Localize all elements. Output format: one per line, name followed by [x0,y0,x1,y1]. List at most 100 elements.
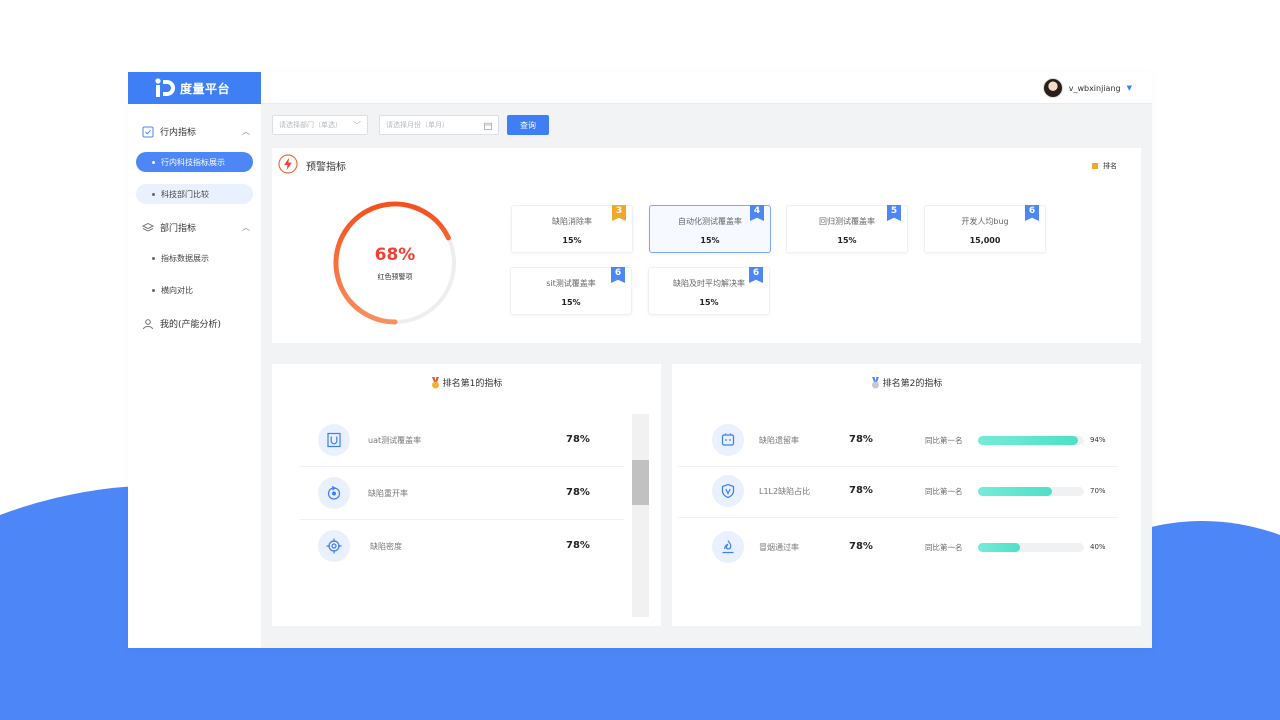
lightning-icon [278,154,298,174]
metric-name: uat测试覆盖率 [368,436,422,445]
sidebar-group-dept-metrics[interactable]: 部门指标 ︿ [142,221,250,234]
warning-panel: 预警指标 排名 68% 红色预警项 缺陷消除率 15% 3 自动化测试覆盖率 1… [272,148,1141,343]
rank2-title-text: 排名第2的指标 [882,379,943,389]
sidebar-item-metric-data[interactable]: 指标数据展示 [136,248,253,268]
progress-bar [978,487,1084,496]
rank2-panel: 排名第2的指标 缺陷遗留率 78% 同比第一名 94% L1L2缺陷占比 78%… [672,364,1141,626]
compare-label: 同比第一名 [925,543,963,552]
sidebar-item-label: 横向对比 [161,285,193,295]
metric-value: 78% [849,434,873,445]
metric-card-value: 15% [700,236,720,245]
metric-card[interactable]: sit测试覆盖率 15% 6 [510,267,632,315]
sidebar-item-tech-metrics[interactable]: 行内科技指标展示 [136,152,253,172]
gauge-label: 红色预警项 [377,273,413,281]
chevron-up-icon: ︿ [242,127,250,136]
gauge-value: 68% [374,245,416,265]
metric-name: 缺陷遗留率 [759,436,799,445]
logo[interactable]: 度量平台 [128,72,261,104]
app-name: 度量平台 [180,81,231,96]
sidebar-group-bank-metrics[interactable]: 行内指标 ︿ [142,125,250,138]
calendar-icon [484,122,492,130]
metric-name: 冒烟通过率 [759,543,799,552]
metric-card-value: 15% [562,236,582,245]
chevron-up-icon: ︿ [242,223,250,232]
metric-value: 78% [566,487,590,498]
rank-legend: 排名 [1092,161,1117,171]
sidebar-item-dept-compare[interactable]: 科技部门比较 [136,184,253,204]
scroll-thumb[interactable] [632,460,649,505]
metric-value: 78% [849,485,873,496]
layers-icon [142,222,154,232]
bullet [152,160,155,164]
checklist-icon [142,126,154,137]
shield-icon [712,475,744,507]
month-picker-placeholder: 请选择月份（单月） [386,121,449,129]
caret-down-icon: ▼ [1126,84,1132,92]
sidebar-group-my-capacity[interactable]: 我的(产能分析) [142,317,250,330]
query-button[interactable]: 查询 [507,115,549,135]
user-name: v_wbxinjiang [1068,83,1121,93]
app-window: 度量平台 v_wbxinjiang ▼ 行内指标 ︿ 行内科技指标展示 科技部门… [128,72,1152,648]
sidebar: 行内指标 ︿ 行内科技指标展示 科技部门比较 部门指标 ︿ 指标数据展示 横向对… [128,104,261,648]
progress-bar [978,436,1084,445]
flame-icon [712,531,744,563]
metric-card[interactable]: 自动化测试覆盖率 15% 4 [649,205,771,253]
sidebar-item-label: 科技部门比较 [161,189,209,199]
progress-percent: 94% [1090,436,1106,444]
legend-label: 排名 [1103,162,1117,170]
u-letter-icon [318,424,350,456]
progress-fill [978,487,1053,496]
compare-label: 同比第一名 [925,487,963,496]
target-icon [318,530,350,562]
scrollbar[interactable] [632,414,649,617]
metric-value: 78% [566,540,590,551]
metric-value: 78% [566,434,590,445]
chevron-down-icon: ﹀ [353,120,361,130]
rank1-title: 排名第1的指标 [272,376,661,389]
list-item[interactable]: 缺陷遗留率 78% 同比第一名 94% [678,414,1118,467]
metric-name: L1L2缺陷占比 [759,487,811,496]
dept-select[interactable]: 请选择部门（单选） ﹀ [272,115,368,135]
metric-card-value: 15% [837,236,857,245]
progress-fill [978,436,1078,445]
metric-card[interactable]: 回归测试覆盖率 15% 5 [786,205,908,253]
metric-card-value: 15% [561,298,581,307]
list-item[interactable]: 缺陷重开率 78% [300,467,624,520]
metric-name: 缺陷密度 [370,542,402,551]
progress-bar [978,543,1084,552]
rank1-panel: 排名第1的指标 uat测试覆盖率 78% 缺陷重开率 78% 缺陷密度 78% [272,364,661,626]
rank2-title: 排名第2的指标 [672,376,1141,389]
progress-percent: 40% [1090,543,1106,551]
rank1-title-text: 排名第1的指标 [442,379,503,389]
sidebar-group-label: 行内指标 [160,128,197,138]
list-item[interactable]: 缺陷密度 78% [300,520,624,573]
list-item[interactable]: uat测试覆盖率 78% [300,414,624,467]
user-menu[interactable]: v_wbxinjiang ▼ [1042,78,1132,98]
progress-fill [978,543,1021,552]
metric-value: 78% [849,541,873,552]
top-bar: 度量平台 v_wbxinjiang ▼ [128,72,1152,104]
reopen-icon [318,477,350,509]
metric-name: 缺陷重开率 [368,489,408,498]
month-picker[interactable]: 请选择月份（单月） [379,115,499,135]
legend-swatch [1092,163,1098,169]
warning-title: 预警指标 [306,162,346,173]
metric-card-value: 15,000 [969,236,1001,245]
bullet [152,192,155,196]
dept-select-placeholder: 请选择部门（单选） [279,121,342,129]
metric-card[interactable]: 开发人均bug 15,000 6 [924,205,1046,253]
metric-card[interactable]: 缺陷及时平均解决率 15% 6 [648,267,770,315]
logo-icon [155,78,175,97]
sidebar-item-label: 指标数据展示 [161,253,209,263]
metric-card-value: 15% [699,298,719,307]
metric-card[interactable]: 缺陷消除率 15% 3 [511,205,633,253]
progress-percent: 70% [1090,487,1106,495]
silver-medal-icon [871,376,879,388]
user-icon [143,318,153,329]
sidebar-item-horizontal-compare[interactable]: 横向对比 [136,280,253,300]
bullet [152,288,155,292]
avatar [1042,78,1063,98]
list-item[interactable]: L1L2缺陷占比 78% 同比第一名 70% [678,465,1118,518]
list-item[interactable]: 冒烟通过率 78% 同比第一名 40% [678,521,1118,574]
sidebar-group-label: 部门指标 [160,224,197,234]
